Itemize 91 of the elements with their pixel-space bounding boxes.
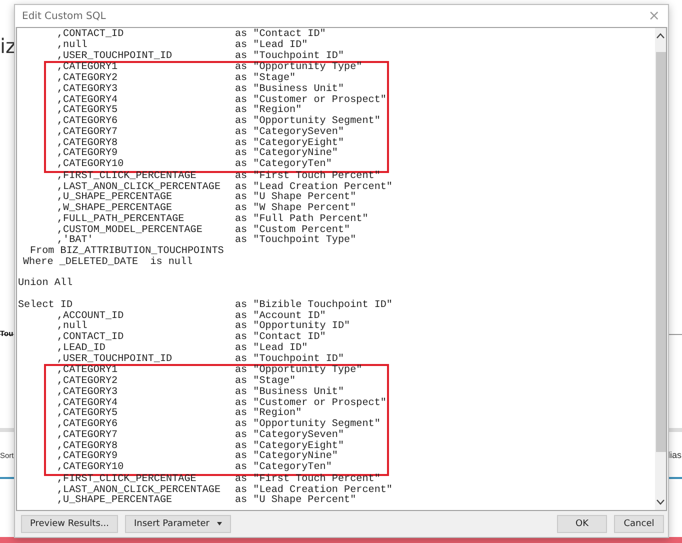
alias-text: as "Region": [235, 106, 302, 116]
code-text: ,USER_TOUCHPOINT_ID: [57, 52, 174, 62]
code-text: ,U_SHAPE_PERCENTAGE: [57, 193, 174, 204]
alias-text: as "Region": [235, 409, 302, 420]
dialog-button[interactable]: Cancel: [614, 515, 664, 533]
alias-text: as "Opportunity Type": [235, 366, 362, 376]
code-text: ,CATEGORY1: [57, 63, 119, 74]
alias-text: as "Custom Percent": [235, 226, 350, 236]
alias-text: as "Opportunity Type": [235, 63, 362, 74]
alias-text: as "CategorySeven": [235, 430, 344, 441]
alias-text: as "CategoryTen": [235, 160, 332, 170]
alias-text: as "Lead ID": [235, 40, 308, 51]
code-text: ,U_SHAPE_PERCENTAGE: [57, 496, 174, 507]
dialog-button[interactable]: OK: [557, 515, 607, 533]
code-text: ,CATEGORY8: [57, 138, 119, 148]
alias-text: as "U Shape Percent": [235, 496, 356, 507]
alias-text: as "Opportunity Segment": [235, 420, 380, 430]
alias-text: as "Contact ID": [235, 30, 326, 40]
code-text: ,LAST_ANON_CLICK_PERCENTAGE: [57, 182, 222, 192]
alias-text: as "CategoryEight": [235, 138, 344, 148]
code-text: ,FULL_PATH_PERCENTAGE: [57, 214, 186, 225]
alias-text: as "Lead ID": [235, 344, 308, 354]
alias-text: as "Touchpoint ID": [235, 354, 344, 364]
alias-text: as "W Shape Percent": [235, 204, 356, 214]
alias-text: as "CategoryEight": [235, 442, 344, 452]
code-text: ,FIRST_CLICK_PERCENTAGE: [57, 172, 198, 182]
alias-text: as "First Touch Percent": [235, 474, 380, 485]
code-text: ,'BAT': [57, 236, 94, 246]
alias-text: as "First Touch Percent": [235, 172, 380, 182]
code-text: ,FIRST_CLICK_PERCENTAGE: [57, 474, 198, 485]
alias-text: as "Full Path Percent": [235, 214, 368, 225]
alias-text: as "CategoryTen": [235, 463, 332, 474]
window-title: Edit Custom SQL: [22, 10, 106, 22]
code-text: Where _DELETED_DATE is null: [23, 258, 193, 268]
scroll-thumb[interactable]: [656, 52, 666, 452]
alias-text: as "U Shape Percent": [235, 193, 356, 204]
code-text: ,CATEGORY5: [57, 409, 119, 420]
code-text: ,CATEGORY6: [57, 420, 119, 430]
code-text: ,CATEGORY5: [57, 106, 119, 116]
alias-text: as "Stage": [235, 74, 296, 84]
code-text: ,CATEGORY10: [57, 463, 125, 474]
alias-text: as "Lead Creation Percent": [235, 486, 392, 496]
scroll-down-icon[interactable]: [656, 498, 665, 506]
dropdown-button[interactable]: Insert Parameter: [124, 515, 232, 533]
code-text: ,CATEGORY2: [57, 377, 119, 387]
scroll-up-icon[interactable]: [656, 32, 665, 40]
code-text: ,CATEGORY4: [57, 398, 119, 408]
alias-text: as "CategoryNine": [235, 452, 338, 462]
alias-text: as "Account ID": [235, 312, 326, 322]
code-text: ,CATEGORY3: [57, 388, 119, 398]
code-text: ,CATEGORY2: [57, 74, 119, 84]
code-text: ,CATEGORY8: [57, 442, 119, 452]
alias-text: as "Opportunity ID": [235, 322, 350, 332]
code-text: ,CATEGORY3: [57, 84, 119, 95]
alias-text: as "Touchpoint Type": [235, 236, 356, 247]
dialog-button[interactable]: Preview Results...: [21, 515, 118, 533]
code-text: ,CATEGORY10: [57, 160, 125, 171]
caret-icon: [217, 522, 222, 526]
code-text: ,CUSTOM_MODEL_PERCENTAGE: [57, 226, 204, 236]
code-text: ,W_SHAPE_PERCENTAGE: [57, 204, 174, 214]
alias-text: as "Stage": [235, 377, 296, 387]
alias-text: as "CategoryNine": [235, 149, 338, 160]
alias-text: as "Lead Creation Percent": [235, 182, 392, 192]
alias-text: as "Touchpoint ID": [235, 52, 344, 62]
code-text: ,null: [57, 40, 88, 51]
code-text: ,CATEGORY9: [57, 452, 118, 462]
code-text: ,CATEGORY1: [57, 366, 119, 376]
code-text: ,CATEGORY6: [57, 117, 119, 127]
code-text: ,LAST_ANON_CLICK_PERCENTAGE: [57, 486, 222, 496]
alias-text: as "Contact ID": [235, 333, 326, 343]
alias-text: as "CategorySeven": [235, 128, 344, 138]
code-text: ,CONTACT_ID: [57, 30, 125, 40]
code-text: ,USER_TOUCHPOINT_ID: [57, 354, 174, 365]
alias-text: as "Opportunity Segment": [235, 117, 380, 127]
code-text: ,CATEGORY9: [57, 149, 118, 160]
code-text: Union All: [18, 279, 73, 290]
alias-text: as "Business Unit": [235, 84, 344, 95]
code-text: Select ID: [18, 300, 74, 311]
code-text: ,CONTACT_ID: [57, 333, 125, 343]
code-text: ,CATEGORY4: [57, 96, 119, 106]
code-text: ,LEAD_ID: [57, 344, 106, 354]
code-text: ,ACCOUNT_ID: [57, 312, 125, 322]
alias-text: as "Business Unit": [235, 388, 344, 398]
alias-text: as "Bizible Touchpoint ID": [235, 300, 392, 311]
code-text: ,null: [57, 322, 88, 332]
code-text: ,CATEGORY7: [57, 128, 119, 138]
alias-text: as "Customer or Prospect": [235, 398, 386, 408]
alias-text: as "Customer or Prospect": [235, 96, 386, 106]
scrollbar[interactable]: [655, 28, 666, 510]
code-text: ,CATEGORY7: [57, 430, 119, 441]
code-text: From BIZ_ATTRIBUTION_TOUCHPOINTS: [30, 247, 224, 257]
